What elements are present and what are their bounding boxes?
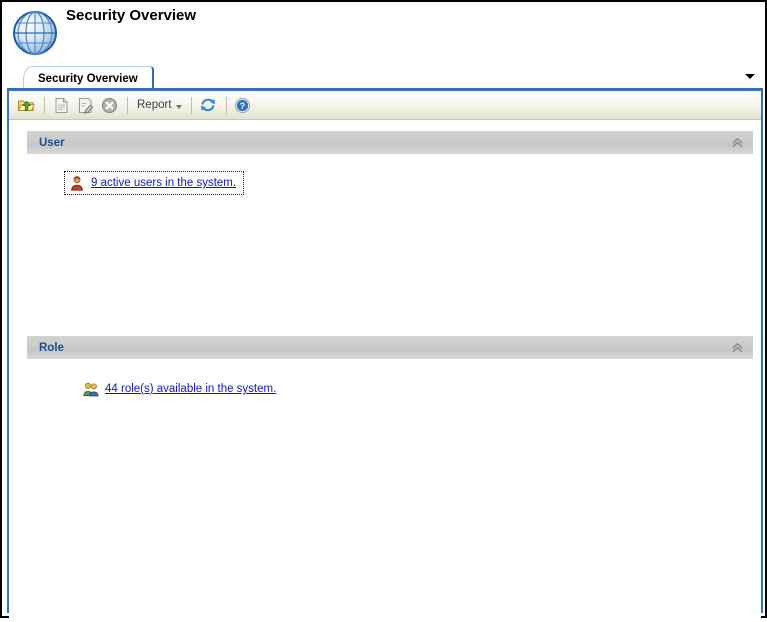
section-role-header[interactable]: Role — [27, 336, 753, 359]
user-count-link[interactable]: 9 active users in the system. — [91, 177, 236, 189]
section-user-title: User — [39, 136, 65, 149]
caret-down-icon — [175, 104, 182, 109]
tab-strip: Security Overview — [7, 64, 763, 90]
toolbar: Report ? — [9, 91, 761, 120]
pane-body: User 9 active users in the system. Role … — [9, 120, 761, 622]
caret-shape — [745, 74, 755, 79]
page-title: Security Overview — [66, 7, 197, 24]
section-user-content: 9 active users in the system. — [27, 154, 753, 326]
content-pane: Report ? User 9 active users in the syst… — [7, 89, 763, 622]
toolbar-separator — [44, 96, 45, 114]
tab-label: Security Overview — [38, 72, 138, 85]
role-count-link[interactable]: 44 role(s) available in the system. — [105, 383, 276, 395]
svg-text:?: ? — [240, 101, 246, 111]
user-group-icon — [83, 381, 99, 397]
report-menu-button[interactable]: Report — [133, 95, 186, 115]
report-menu-label: Report — [137, 99, 172, 111]
delete-circle-icon[interactable] — [98, 94, 120, 116]
user-count-link-row[interactable]: 9 active users in the system. — [64, 171, 245, 195]
refresh-button[interactable] — [197, 94, 219, 116]
section-user: User 9 active users in the system. — [27, 131, 753, 326]
toolbar-separator — [190, 96, 192, 114]
page-header: Security Overview — [2, 2, 765, 62]
new-document-icon[interactable] — [50, 94, 72, 116]
toolbar-separator — [225, 96, 227, 114]
toolbar-separator — [127, 96, 128, 114]
single-user-icon — [69, 175, 85, 191]
go-up-button[interactable] — [15, 94, 37, 116]
chevron-down-icon[interactable] — [743, 69, 757, 83]
application-window: Security Overview Security Overview Repo… — [0, 0, 767, 622]
section-role-content: 44 role(s) available in the system. — [27, 359, 753, 459]
role-count-link-row[interactable]: 44 role(s) available in the system. — [83, 381, 276, 397]
section-role: Role 44 role(s) available in the system. — [27, 336, 753, 459]
section-user-header[interactable]: User — [27, 131, 753, 154]
double-chevron-up-icon[interactable] — [730, 340, 745, 355]
globe-icon — [9, 7, 61, 59]
double-chevron-up-icon[interactable] — [730, 135, 745, 150]
tab-security-overview[interactable]: Security Overview — [23, 66, 154, 90]
edit-document-icon[interactable] — [74, 94, 96, 116]
help-button[interactable]: ? — [232, 94, 254, 116]
section-role-title: Role — [39, 341, 64, 354]
